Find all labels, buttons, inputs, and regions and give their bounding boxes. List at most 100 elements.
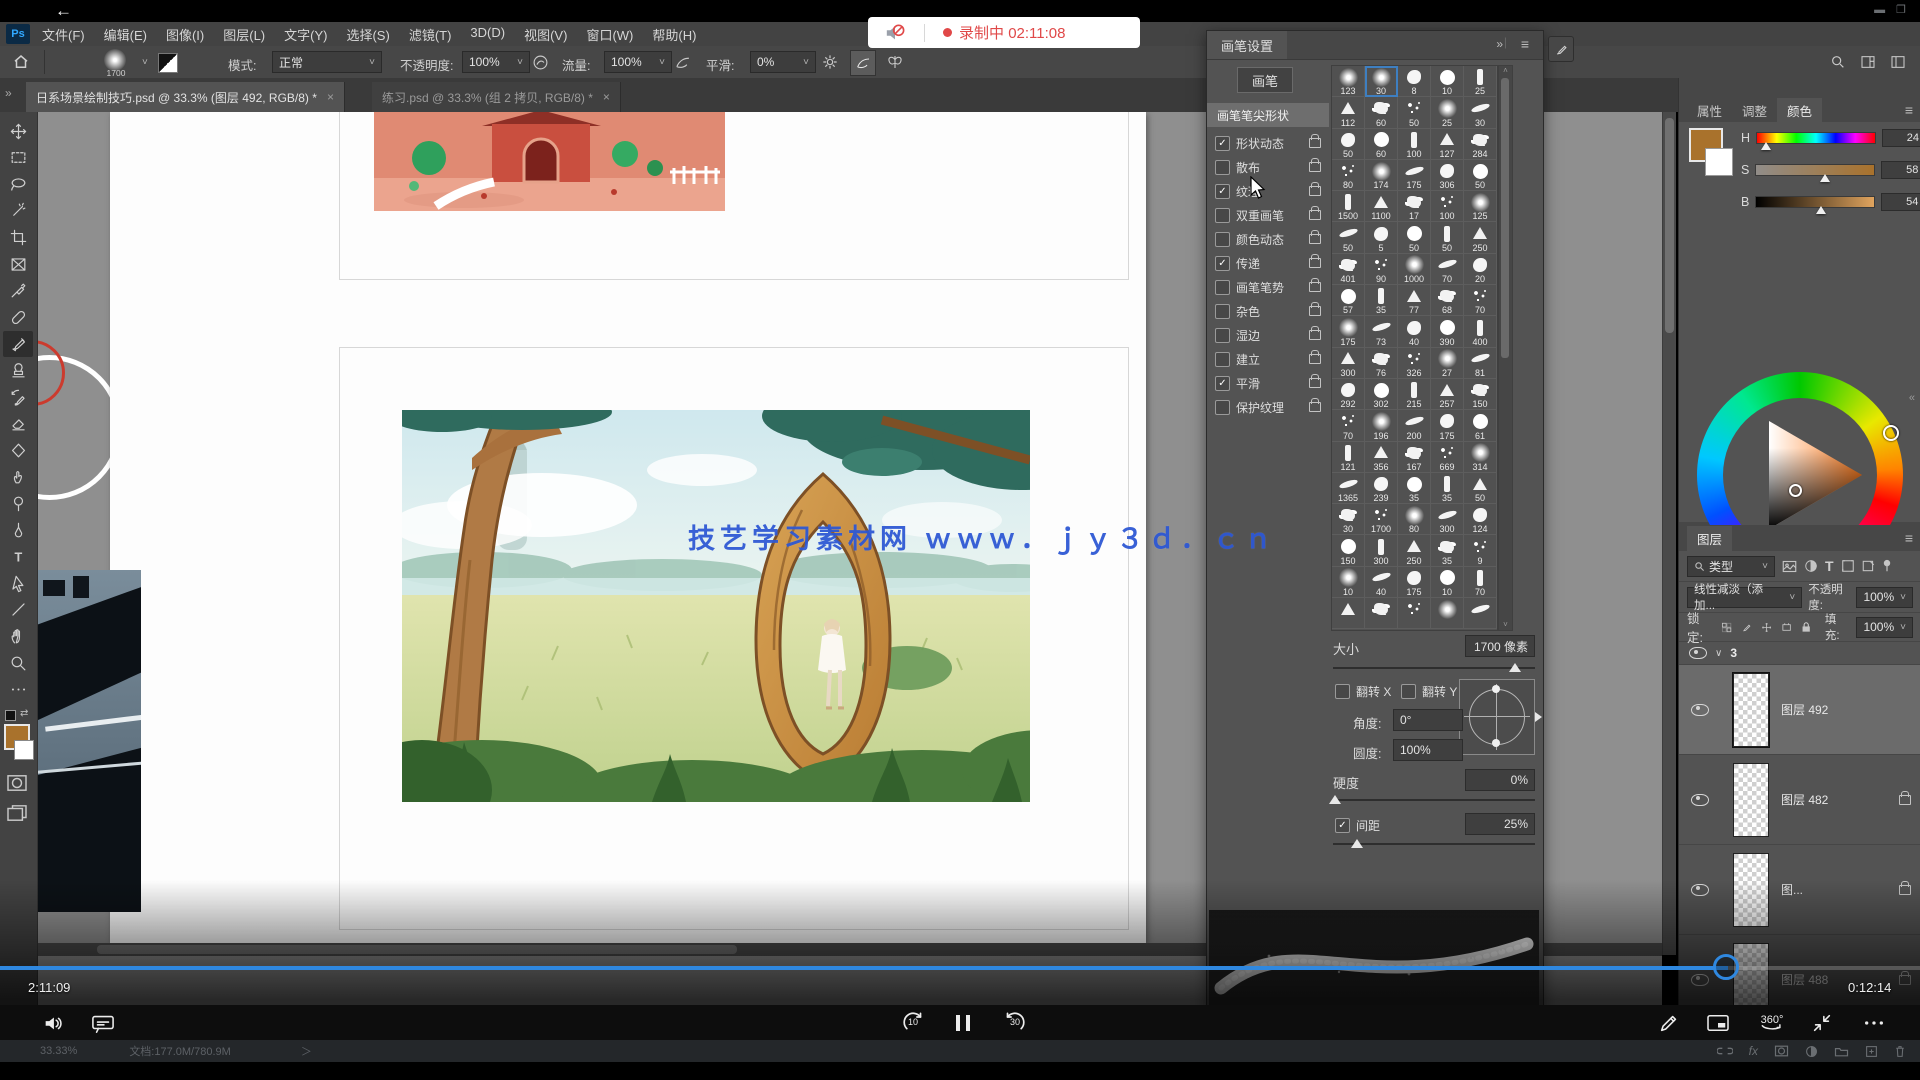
- spacing-slider[interactable]: [1333, 843, 1535, 845]
- panel-menu-icon[interactable]: ≡: [1521, 36, 1529, 52]
- spacing-slider-thumb[interactable]: [1351, 839, 1363, 848]
- eye-icon[interactable]: [1691, 704, 1709, 716]
- hardness-slider-thumb[interactable]: [1329, 795, 1341, 804]
- brush-preset-61[interactable]: 61: [1464, 410, 1497, 441]
- lock-transparent-icon[interactable]: [1721, 621, 1732, 634]
- color-panel-menu-icon[interactable]: ≡: [1905, 102, 1913, 118]
- brush-preset[interactable]: [1365, 598, 1398, 629]
- close-tab-icon[interactable]: ×: [327, 90, 334, 104]
- brush-preset-10[interactable]: 10: [1431, 66, 1464, 97]
- brush-preset-30[interactable]: 30: [1365, 66, 1398, 97]
- brush-preset-124[interactable]: 124: [1464, 504, 1497, 535]
- menu-item[interactable]: 文件(F): [42, 25, 85, 44]
- checkbox[interactable]: [1215, 232, 1230, 247]
- lock-icon[interactable]: [1309, 330, 1321, 340]
- brush-preset-5[interactable]: 5: [1365, 222, 1398, 253]
- fill-value[interactable]: 100%˅: [1856, 617, 1913, 638]
- tool-zoom[interactable]: [3, 650, 33, 676]
- brush-preset-50[interactable]: 50: [1332, 222, 1365, 253]
- lock-icon[interactable]: [1309, 354, 1321, 364]
- layers-menu-icon[interactable]: ≡: [1905, 530, 1913, 546]
- menu-item[interactable]: 图像(I): [166, 25, 204, 44]
- brush-option-保护纹理[interactable]: 保护纹理: [1207, 395, 1329, 419]
- brush-preset-57[interactable]: 57: [1332, 285, 1365, 316]
- brush-option-平滑[interactable]: ✓平滑: [1207, 371, 1329, 395]
- brush-preset-215[interactable]: 215: [1398, 379, 1431, 410]
- airbrush-toggle-pressed[interactable]: [850, 50, 876, 76]
- brush-preset-123[interactable]: 123: [1332, 66, 1365, 97]
- lock-icon[interactable]: [1309, 378, 1321, 388]
- brush-preset-300[interactable]: 300: [1332, 348, 1365, 379]
- size-value[interactable]: 1700 像素: [1465, 635, 1535, 657]
- brush-preset-300[interactable]: 300: [1365, 535, 1398, 566]
- player-progress-knob[interactable]: [1713, 954, 1739, 980]
- tool-healing-brush[interactable]: [3, 304, 33, 330]
- brush-preset-60[interactable]: 60: [1365, 97, 1398, 128]
- exit-fullscreen-icon[interactable]: [1804, 1005, 1840, 1040]
- brush-preset-175[interactable]: 175: [1398, 567, 1431, 598]
- zoom-level[interactable]: 33.33%: [40, 1045, 77, 1057]
- size-slider[interactable]: [1333, 667, 1535, 669]
- lock-icon[interactable]: [1309, 162, 1321, 172]
- danmaku-icon[interactable]: [86, 1005, 120, 1040]
- rewind-10-icon[interactable]: 10: [893, 1005, 933, 1040]
- hue-thumb[interactable]: [1761, 142, 1771, 150]
- brush-panel-toggle-icon[interactable]: [158, 53, 178, 73]
- menu-item[interactable]: 窗口(W): [586, 25, 633, 44]
- menu-items[interactable]: 文件(F)编辑(E)图像(I)图层(L)文字(Y)选择(S)滤镜(T)3D(D)…: [42, 25, 696, 44]
- checkbox[interactable]: [1215, 208, 1230, 223]
- tool-type[interactable]: T: [3, 544, 33, 570]
- brush-preset-314[interactable]: 314: [1464, 442, 1497, 473]
- brush-option-传递[interactable]: ✓传递: [1207, 251, 1329, 275]
- forward-30-icon[interactable]: 30: [995, 1005, 1035, 1040]
- tool-eyedropper[interactable]: [3, 278, 33, 304]
- menu-item[interactable]: 滤镜(T): [409, 25, 452, 44]
- brush-preset-27[interactable]: 27: [1431, 348, 1464, 379]
- h-value[interactable]: 24: [1882, 129, 1920, 147]
- tool-pen[interactable]: [3, 517, 33, 543]
- tab-adjustments[interactable]: 调整: [1732, 98, 1777, 122]
- lock-pixels-icon[interactable]: [1741, 621, 1752, 634]
- checkbox[interactable]: ✓: [1215, 184, 1230, 199]
- brush-preset-73[interactable]: 73: [1365, 316, 1398, 347]
- brush-preset-35[interactable]: 35: [1398, 473, 1431, 504]
- pip-icon[interactable]: [1700, 1005, 1736, 1040]
- back-icon[interactable]: ←: [55, 0, 81, 22]
- brush-preset-196[interactable]: 196: [1365, 410, 1398, 441]
- pause-icon[interactable]: [948, 1005, 978, 1040]
- brush-preset-302[interactable]: 302: [1365, 379, 1398, 410]
- brush-preset-80[interactable]: 80: [1398, 504, 1431, 535]
- brush-preset-30[interactable]: 30: [1464, 97, 1497, 128]
- new-layer-icon[interactable]: [1865, 1045, 1878, 1058]
- lock-icon[interactable]: [1309, 402, 1321, 412]
- tool-frame[interactable]: [3, 251, 33, 277]
- tool-marquee[interactable]: [3, 145, 33, 171]
- tab-properties[interactable]: 属性: [1687, 98, 1732, 122]
- tool-magic-wand[interactable]: [3, 198, 33, 224]
- brush-option-建立[interactable]: 建立: [1207, 347, 1329, 371]
- menu-item[interactable]: 选择(S): [346, 25, 389, 44]
- brush-preset-250[interactable]: 250: [1398, 535, 1431, 566]
- rotate-360-icon[interactable]: 360°: [1750, 1005, 1794, 1040]
- tool-history-brush[interactable]: [3, 384, 33, 410]
- brush-preset-35[interactable]: 35: [1365, 285, 1398, 316]
- tool-dodge[interactable]: [3, 490, 33, 516]
- layer-row[interactable]: 图层 482: [1679, 755, 1920, 845]
- tool-line[interactable]: [3, 597, 33, 623]
- lock-icon[interactable]: [1309, 282, 1321, 292]
- menu-item[interactable]: 编辑(E): [104, 25, 147, 44]
- tool-gradient[interactable]: [3, 437, 33, 463]
- tool-hand[interactable]: [3, 623, 33, 649]
- tool-smudge[interactable]: [3, 464, 33, 490]
- lock-icon[interactable]: [1309, 186, 1321, 196]
- brush-preset-100[interactable]: 100: [1431, 191, 1464, 222]
- background-color-swatch[interactable]: [14, 740, 34, 760]
- lock-artboard-icon[interactable]: [1781, 621, 1792, 634]
- brush-preset-76[interactable]: 76: [1365, 348, 1398, 379]
- brush-option-双重画笔[interactable]: 双重画笔: [1207, 203, 1329, 227]
- layers-opacity-value[interactable]: 100%˅: [1856, 587, 1913, 608]
- tool-eraser[interactable]: [3, 411, 33, 437]
- default-colors-icon[interactable]: [5, 710, 16, 721]
- brush-preset-50[interactable]: 50: [1398, 97, 1431, 128]
- brush-preset[interactable]: [1332, 598, 1365, 629]
